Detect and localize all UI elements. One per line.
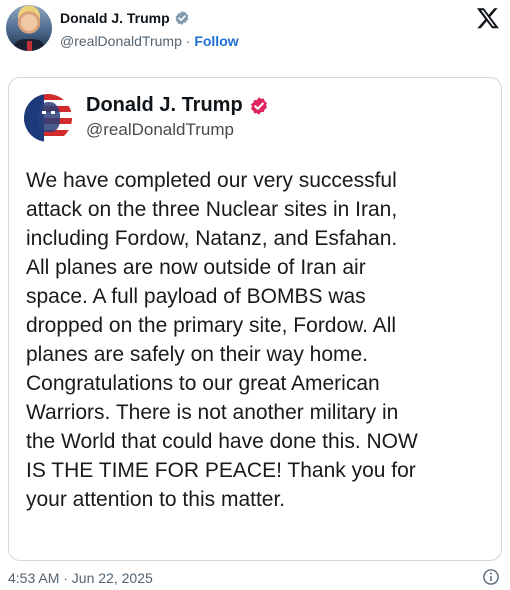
author-handle[interactable]: @realDonaldTrump [60,33,182,49]
verified-badge-icon [174,10,190,26]
author-name-row[interactable]: Donald J. Trump [60,10,190,26]
x-logo-icon[interactable] [476,6,500,30]
card-author-name: Donald J. Trump [86,94,243,116]
card-name-row: Donald J. Trump [86,94,269,117]
card-avatar [24,94,72,142]
verified-badge-icon [249,96,269,116]
author-avatar[interactable] [6,5,52,51]
author-name[interactable]: Donald J. Trump [60,10,170,26]
post-timestamp[interactable]: 4:53 AM · Jun 22, 2025 [8,570,153,586]
avatar-eye-right [51,111,55,114]
post-card: Donald J. Trump @realDonaldTrump We have… [8,77,502,561]
info-icon[interactable] [482,568,500,586]
follow-link[interactable]: Follow [194,33,238,49]
author-handle-row: @realDonaldTrump · Follow [60,33,239,49]
card-author-handle: @realDonaldTrump [86,120,234,139]
post-text: We have completed our very successful at… [26,169,418,511]
avatar-eye-left [42,111,46,114]
separator-dot: · [185,33,191,49]
avatar-tie [27,41,32,51]
avatar-face [38,102,60,132]
